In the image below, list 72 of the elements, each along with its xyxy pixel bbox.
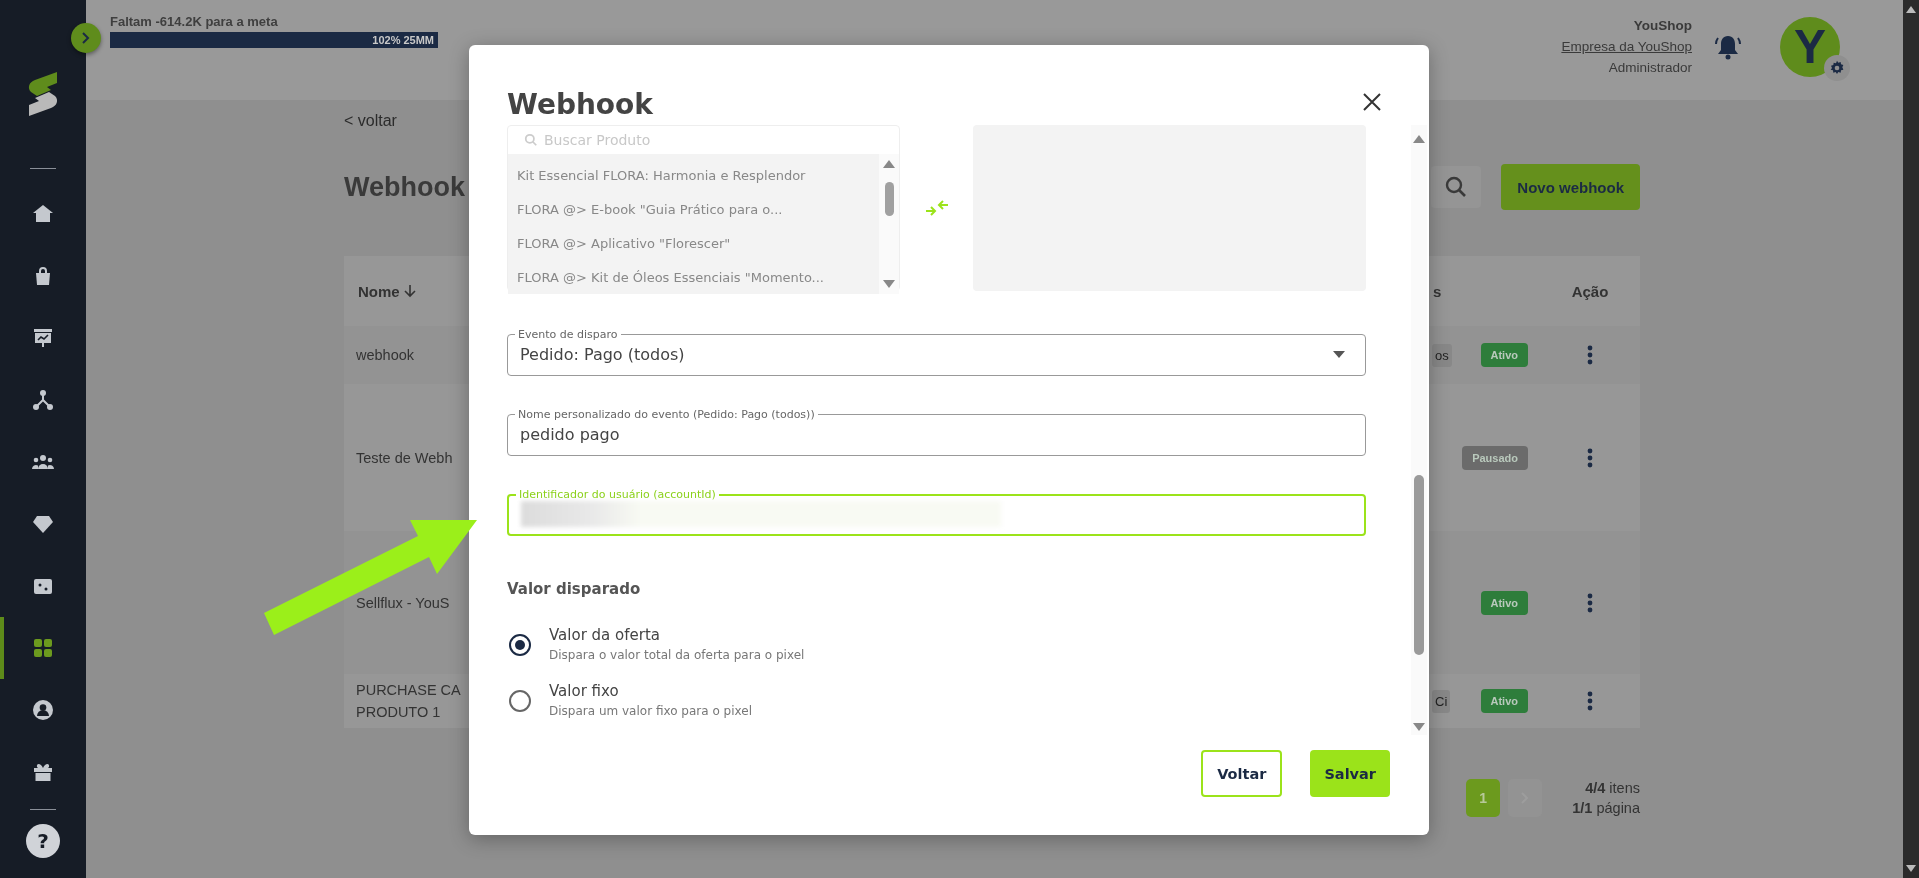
table-cell-text: Sellflux - YouS [356, 593, 450, 613]
network-icon [31, 388, 55, 412]
scroll-up-icon[interactable] [1906, 6, 1916, 13]
more-options-icon[interactable] [1587, 345, 1593, 365]
chart-board-icon [31, 326, 55, 350]
user-circle-icon [31, 698, 55, 722]
back-button[interactable]: Voltar [1201, 750, 1283, 797]
new-webhook-button[interactable]: Novo webhook [1501, 164, 1640, 210]
expand-sidebar-button[interactable] [71, 23, 101, 53]
grid-icon [31, 636, 55, 660]
table-cell-text: webhook [356, 346, 415, 365]
option-description: Dispara o valor total da oferta para o pixel [549, 648, 805, 662]
page-title: Webhook [344, 171, 465, 203]
radio-button[interactable] [509, 690, 531, 712]
goal-percent: 102% [372, 34, 401, 46]
event-select[interactable]: Evento de disparo Pedido: Pago (todos) [507, 329, 1366, 376]
search-button[interactable] [1431, 166, 1482, 208]
close-button[interactable] [1363, 93, 1381, 111]
scroll-down-icon[interactable] [883, 280, 895, 288]
tag-chip: os [1432, 343, 1452, 367]
product-option[interactable]: FLORA @> E-book "Guia Prático para o... [508, 192, 879, 226]
back-link[interactable]: < voltar [344, 112, 397, 130]
field-label: Nome personalizado do evento (Pedido: Pago (todos)) [517, 409, 816, 420]
field-label: Identificador do usuário (accountId) [518, 489, 717, 500]
goal-text: Faltam -614.2K para a meta [110, 14, 279, 29]
status-badge: Pausado [1462, 445, 1528, 470]
scroll-up-icon[interactable] [1413, 135, 1425, 143]
user-role: Administrador [1607, 59, 1692, 77]
product-option[interactable]: FLORA @> Aplicativo "Florescer" [508, 226, 879, 260]
scroll-down-icon[interactable] [1413, 723, 1425, 731]
column-header[interactable]: Nome [358, 282, 416, 300]
field-label: Evento de disparo [517, 329, 619, 340]
product-option[interactable]: Kit Essencial FLORA: Harmonia e Resplendor [508, 158, 879, 192]
goal-target: 25MM [403, 34, 434, 46]
dropdown-caret-icon [1333, 350, 1345, 358]
option-label: Valor fixo [549, 682, 620, 700]
close-icon [1363, 93, 1381, 111]
option-description: Dispara um valor fixo para o pixel [549, 704, 752, 718]
modal-title: Webhook [507, 88, 653, 121]
product-option[interactable]: FLORA @> Kit de Óleos Essenciais "Momento... [508, 260, 879, 294]
column-header: s [1432, 282, 1443, 300]
more-options-icon[interactable] [1587, 592, 1593, 613]
scrollbar-thumb[interactable] [1414, 475, 1424, 655]
save-button[interactable]: Salvar [1310, 750, 1390, 797]
store-name: YouShop [1632, 17, 1692, 35]
tag-chip: Ci [1432, 689, 1451, 713]
pages-count: 1/1 página [1572, 799, 1640, 818]
section-title: Valor disparado [507, 580, 642, 598]
status-badge: Ativo [1480, 590, 1528, 615]
help-button[interactable]: ? [26, 824, 60, 858]
user-avatar[interactable]: Y [1780, 16, 1840, 77]
chevron-right-icon [81, 32, 91, 44]
column-header: Ação [1570, 282, 1610, 300]
company-link[interactable]: Empresa da YouShop [1561, 36, 1692, 57]
event-name-field[interactable]: Nome personalizado do evento (Pedido: Pago (todos)) pedido pago [507, 409, 1366, 456]
settings-button[interactable] [1824, 54, 1850, 81]
search-icon [524, 133, 538, 147]
more-options-icon[interactable] [1587, 447, 1593, 468]
scroll-down-icon[interactable] [1906, 865, 1916, 872]
table-cell-text: PURCHASE CA PRODUTO 1 [356, 681, 462, 722]
radio-button[interactable] [509, 634, 531, 656]
arrow-down-icon[interactable] [403, 284, 416, 298]
option-label: Valor da oferta [549, 626, 661, 644]
settings-icon[interactable] [1829, 59, 1845, 76]
table-cell-text: Teste de Webh [356, 448, 453, 468]
status-badge: Ativo [1480, 343, 1528, 367]
items-count: 4/4 itens [1584, 779, 1640, 798]
notification-bell-icon[interactable] [1714, 33, 1742, 60]
more-options-icon[interactable] [1587, 691, 1593, 711]
scroll-up-icon[interactable] [883, 160, 895, 168]
status-badge: Ativo [1480, 689, 1528, 713]
scrollbar-thumb[interactable] [884, 182, 894, 216]
